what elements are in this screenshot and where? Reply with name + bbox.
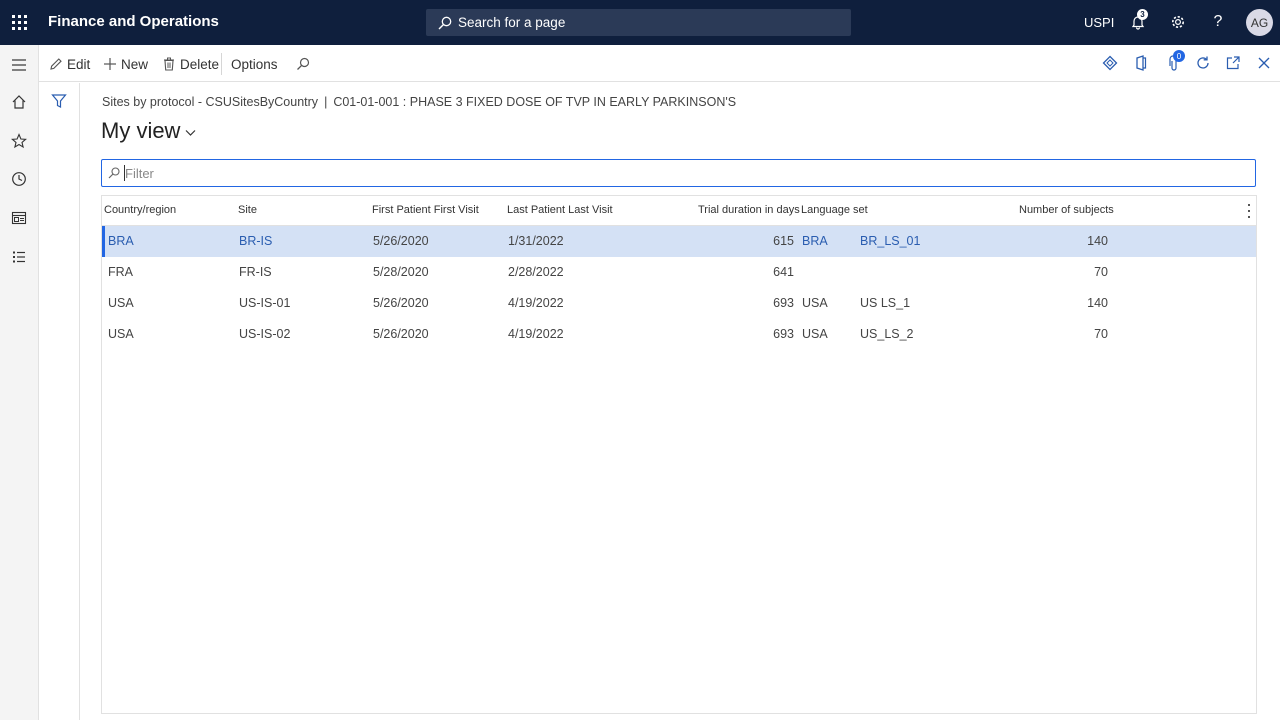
grid-header-row: Country/region Site First Patient First … xyxy=(102,196,1256,226)
attachments-badge: 0 xyxy=(1173,50,1185,62)
cell-first-visit: 5/26/2020 xyxy=(373,234,429,248)
filter-pane-rail xyxy=(40,83,80,720)
cell-language-set[interactable]: BR_LS_01 xyxy=(860,234,920,248)
cell-site[interactable]: US-IS-01 xyxy=(239,296,290,310)
app-title[interactable]: Finance and Operations xyxy=(48,13,219,30)
top-navigation-bar: Finance and Operations Search for a page… xyxy=(0,0,1280,45)
popout-icon[interactable] xyxy=(1224,54,1242,72)
cell-country[interactable]: FRA xyxy=(108,265,133,279)
grid-filter-box[interactable] xyxy=(101,159,1256,187)
cell-site[interactable]: FR-IS xyxy=(239,265,272,279)
star-icon[interactable] xyxy=(9,131,29,151)
new-label: New xyxy=(121,56,149,72)
cell-site[interactable]: US-IS-02 xyxy=(239,327,290,341)
cell-language-set[interactable]: US LS_1 xyxy=(860,296,910,310)
cell-language-country[interactable]: BRA xyxy=(802,234,828,248)
table-row[interactable]: USA US-IS-01 5/26/2020 4/19/2022 693 USA… xyxy=(102,288,1256,319)
column-options-icon[interactable] xyxy=(1243,204,1255,218)
cell-first-visit: 5/26/2020 xyxy=(373,327,429,341)
gear-icon[interactable] xyxy=(1168,12,1188,32)
sites-grid: Country/region Site First Patient First … xyxy=(101,195,1257,714)
office-icon[interactable] xyxy=(1132,54,1150,72)
column-header-first-visit[interactable]: First Patient First Visit xyxy=(372,204,479,216)
new-button[interactable]: New xyxy=(103,55,148,73)
delete-button[interactable]: Delete xyxy=(162,55,219,73)
cell-site[interactable]: BR-IS xyxy=(239,234,272,248)
list-icon[interactable] xyxy=(9,247,29,267)
options-label: Options xyxy=(231,56,278,72)
action-pane: Edit New Delete Options 0 xyxy=(39,45,1280,82)
cell-first-visit: 5/26/2020 xyxy=(373,296,429,310)
view-selector[interactable]: My view xyxy=(101,118,196,144)
cell-subjects: 140 xyxy=(1087,234,1108,248)
cell-duration: 615 xyxy=(773,234,794,248)
edit-button[interactable]: Edit xyxy=(49,55,90,73)
trash-icon xyxy=(164,57,174,71)
page-search-box[interactable]: Search for a page xyxy=(426,9,851,36)
plus-icon xyxy=(104,58,116,70)
diamond-icon[interactable] xyxy=(1101,54,1119,72)
search-icon xyxy=(438,16,452,29)
cell-last-visit: 2/28/2022 xyxy=(508,265,564,279)
cell-language-set[interactable]: US_LS_2 xyxy=(860,327,914,341)
bell-icon[interactable]: 3 xyxy=(1128,9,1148,32)
clock-icon[interactable] xyxy=(9,169,29,189)
cell-first-visit: 5/28/2020 xyxy=(373,265,429,279)
cell-subjects: 140 xyxy=(1087,296,1108,310)
options-tab[interactable]: Options xyxy=(231,55,278,73)
form-name: Sites by protocol - CSUSitesByCountry xyxy=(102,95,319,109)
company-picker[interactable]: USPI xyxy=(1084,15,1114,30)
hamburger-icon[interactable] xyxy=(9,55,29,75)
cell-country[interactable]: BRA xyxy=(108,234,134,248)
cell-language-country[interactable]: USA xyxy=(802,327,828,341)
table-row[interactable]: FRA FR-IS 5/28/2020 2/28/2022 641 70 xyxy=(102,257,1256,288)
cell-subjects: 70 xyxy=(1094,327,1108,341)
search-icon xyxy=(108,167,120,179)
table-row[interactable]: BRA BR-IS 5/26/2020 1/31/2022 615 BRA BR… xyxy=(102,226,1256,257)
avatar[interactable]: AG xyxy=(1246,9,1273,36)
column-header-subjects[interactable]: Number of subjects xyxy=(1019,204,1114,216)
caption-separator: | xyxy=(324,95,328,109)
chevron-down-icon xyxy=(186,130,196,136)
help-icon[interactable]: ? xyxy=(1208,12,1228,32)
cell-duration: 693 xyxy=(773,327,794,341)
search-placeholder: Search for a page xyxy=(458,15,566,30)
edit-label: Edit xyxy=(67,56,91,72)
column-header-last-visit[interactable]: Last Patient Last Visit xyxy=(507,204,613,216)
column-header-language-set[interactable]: Language set xyxy=(801,204,868,216)
view-name: My view xyxy=(101,118,181,143)
cell-subjects: 70 xyxy=(1094,265,1108,279)
cell-last-visit: 4/19/2022 xyxy=(508,296,564,310)
notification-badge: 3 xyxy=(1137,9,1148,20)
search-icon xyxy=(297,57,310,70)
attachment-icon[interactable]: 0 xyxy=(1167,50,1185,72)
action-search-button[interactable] xyxy=(296,55,314,73)
edit-icon xyxy=(50,58,62,70)
workspace-icon[interactable] xyxy=(9,208,29,228)
selection-indicator xyxy=(102,226,105,257)
app-launcher-icon[interactable] xyxy=(0,0,38,45)
close-icon[interactable] xyxy=(1255,54,1273,72)
cell-last-visit: 4/19/2022 xyxy=(508,327,564,341)
filter-input[interactable] xyxy=(125,165,1225,181)
cell-duration: 693 xyxy=(773,296,794,310)
cell-language-country[interactable]: USA xyxy=(802,296,828,310)
record-name: C01-01-001 : PHASE 3 FIXED DOSE OF TVP I… xyxy=(333,95,737,109)
table-row[interactable]: USA US-IS-02 5/26/2020 4/19/2022 693 USA… xyxy=(102,319,1256,350)
cell-last-visit: 1/31/2022 xyxy=(508,234,564,248)
cell-country[interactable]: USA xyxy=(108,296,134,310)
cell-duration: 641 xyxy=(773,265,794,279)
cell-country[interactable]: USA xyxy=(108,327,134,341)
column-header-country[interactable]: Country/region xyxy=(104,204,176,216)
left-navigation-rail xyxy=(0,45,39,720)
column-header-site[interactable]: Site xyxy=(238,204,257,216)
filter-icon[interactable] xyxy=(51,93,67,114)
delete-label: Delete xyxy=(180,56,220,72)
action-separator xyxy=(221,53,222,75)
home-icon[interactable] xyxy=(9,92,29,112)
column-header-duration[interactable]: Trial duration in days xyxy=(698,204,800,216)
refresh-icon[interactable] xyxy=(1194,54,1212,72)
page-caption: Sites by protocol - CSUSitesByCountry | C0… xyxy=(102,95,736,109)
